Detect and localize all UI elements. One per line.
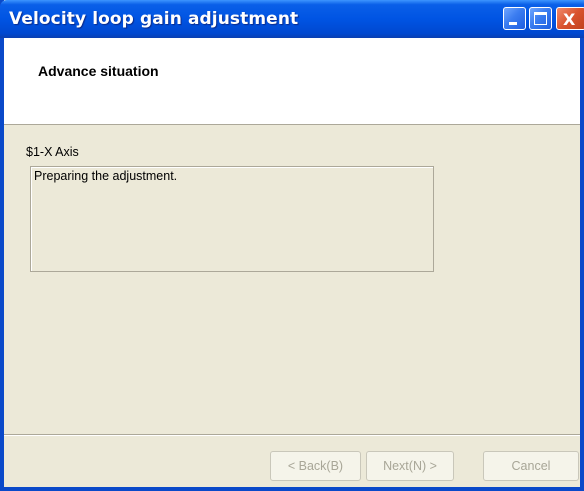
minimize-icon [509,22,517,25]
minimize-button[interactable] [503,7,526,30]
next-button[interactable]: Next(N) > [366,451,454,481]
close-icon: X [563,10,576,29]
back-button[interactable]: < Back(B) [270,451,361,481]
footer-separator [4,434,580,436]
status-box: Preparing the adjustment. [30,166,434,272]
title-bar[interactable]: Velocity loop gain adjustment X [0,0,584,38]
page-title: Advance situation [38,63,159,79]
header-panel: Advance situation [4,38,580,125]
cancel-button[interactable]: Cancel [483,451,579,481]
axis-label: $1-X Axis [26,145,79,159]
close-button[interactable]: X [556,7,584,30]
maximize-icon [534,12,547,25]
maximize-button[interactable] [529,7,552,30]
window-title: Velocity loop gain adjustment [9,9,299,29]
wizard-window: Velocity loop gain adjustment X Advance … [0,0,584,491]
status-text: Preparing the adjustment. [34,169,178,183]
